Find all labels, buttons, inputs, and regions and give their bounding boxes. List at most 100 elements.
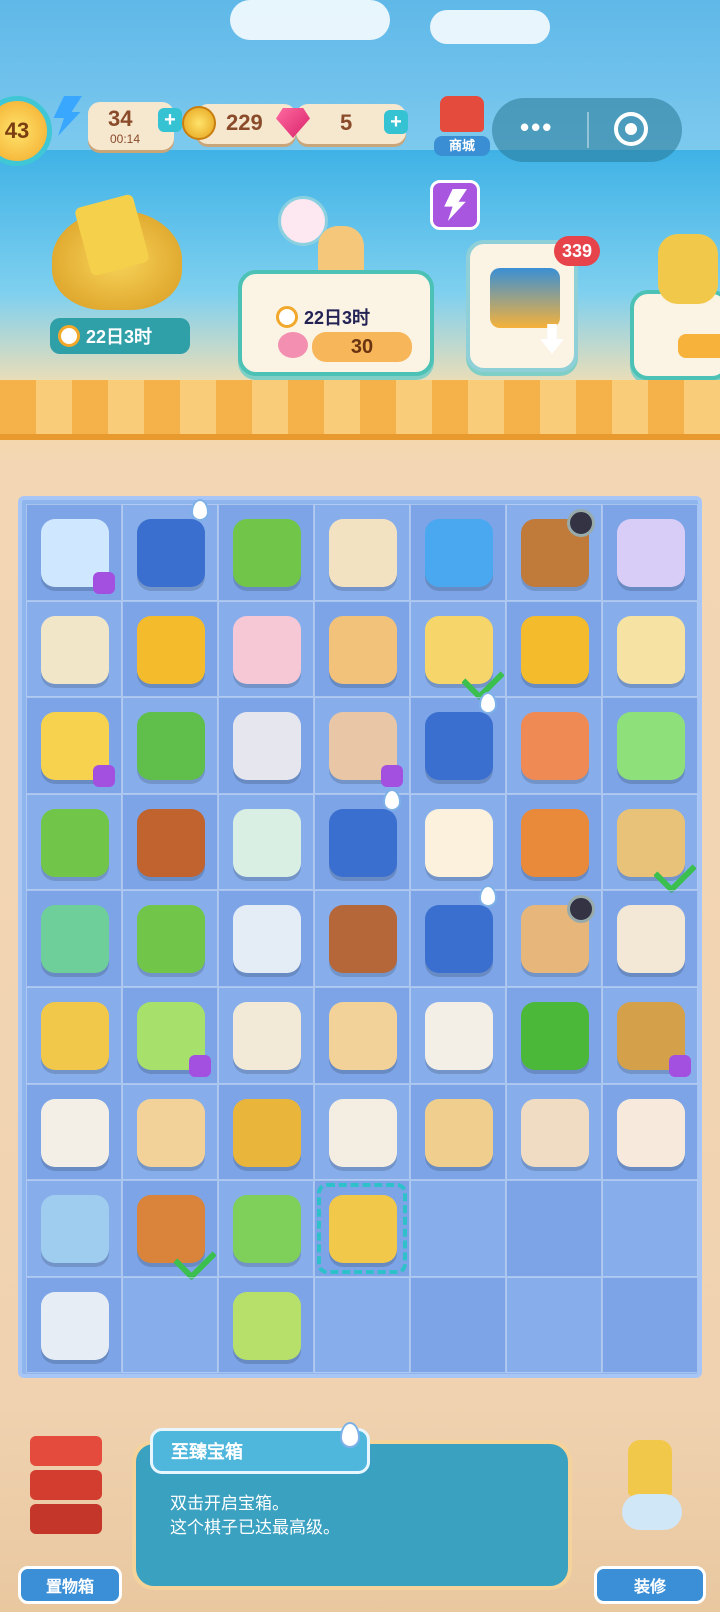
bok-choy-icon[interactable] [137,712,205,781]
strainer-icon[interactable] [233,1001,301,1070]
board-cell[interactable] [506,600,602,698]
board-cell[interactable] [26,793,122,891]
board-cell[interactable] [410,885,506,987]
board-cell[interactable] [506,697,602,794]
crystal-shard-icon[interactable] [617,519,685,587]
peach-icon[interactable] [521,712,589,781]
board-cell[interactable] [314,890,410,987]
board-cell[interactable] [410,793,506,891]
decorate-button[interactable] [608,1440,698,1540]
board-cell[interactable] [506,890,602,987]
board-cell[interactable] [26,697,122,794]
board-cell[interactable] [602,793,698,895]
juicer-cup-icon[interactable] [233,519,301,587]
energy-boost-button[interactable] [430,180,480,230]
board-cell[interactable] [410,600,506,702]
rolling-pin-icon[interactable] [41,1001,109,1070]
takeout-box-icon[interactable] [329,1098,397,1167]
board-cell[interactable] [122,986,218,1084]
juicer-cup-icon[interactable] [41,808,109,877]
gold-coins-pile-icon[interactable] [137,615,205,684]
treasure-heap-icon[interactable] [425,905,493,974]
board-cell[interactable] [122,499,218,601]
board-cell[interactable] [218,1276,314,1374]
fried-rice-tray-icon[interactable] [329,1001,397,1070]
covered-bowl-icon[interactable] [425,1001,493,1070]
kid-event-card[interactable]: 22日3时 30 [238,270,434,376]
fried-shrimp-plate-icon[interactable] [329,615,397,684]
board-cell[interactable] [218,1180,314,1277]
egg-bowl-icon[interactable] [617,1098,685,1167]
board-cell[interactable] [410,504,506,601]
storage-box-button[interactable] [24,1436,108,1546]
board-cell[interactable] [602,600,698,698]
sake-bottle-icon[interactable] [233,808,301,877]
board-cell[interactable] [218,600,314,698]
board-cell[interactable] [26,986,122,1084]
board-cell[interactable] [314,788,410,891]
egg-custard-bowl-icon[interactable] [41,1098,109,1167]
add-gem-button[interactable]: + [384,110,408,134]
dumpling-bowl-icon[interactable] [41,905,109,974]
board-cell[interactable] [410,986,506,1084]
bread-bun-icon[interactable] [521,1098,589,1167]
board-cell[interactable] [602,1180,698,1277]
flower-bowl-icon[interactable] [41,1291,109,1360]
board-cell[interactable] [314,697,410,794]
board-cell[interactable] [314,1083,410,1181]
board-cell[interactable] [218,890,314,987]
flour-bowl-icon[interactable] [617,905,685,974]
board-cell[interactable] [218,986,314,1084]
board-cell[interactable] [122,600,218,698]
board-cell[interactable] [410,1180,506,1277]
board-cell[interactable] [506,1180,602,1277]
board-cell[interactable] [218,793,314,891]
board-cell[interactable] [506,986,602,1084]
lucky-bag-event[interactable] [52,193,182,310]
board-cell[interactable] [218,504,314,601]
board-cell[interactable] [506,1083,602,1181]
board-cell[interactable] [122,793,218,891]
flower-bowl-icon[interactable] [41,1195,109,1264]
board-cell[interactable] [602,697,698,794]
treasure-pouch-icon[interactable] [137,519,205,587]
board-cell[interactable] [218,1083,314,1181]
corn-event-card[interactable] [630,234,720,380]
green-pepper-icon[interactable] [521,1001,589,1070]
decorate-label[interactable]: 装修 [594,1566,706,1604]
honey-jar-icon[interactable] [233,1098,301,1167]
ice-cream-cone-icon[interactable] [233,615,301,684]
board-cell[interactable] [602,504,698,601]
soft-serve-cone-icon[interactable] [425,808,493,877]
gold-coins-small-icon[interactable] [521,615,589,684]
storage-box-label[interactable]: 置物箱 [18,1566,122,1604]
board-cell[interactable] [26,1083,122,1181]
steamed-bun-roll-icon[interactable] [329,519,397,587]
board-cell[interactable] [506,1276,602,1374]
board-cell[interactable] [26,890,122,987]
board-cell[interactable] [26,600,122,698]
mini-fridge-icon[interactable] [425,519,493,587]
board-cell[interactable] [506,504,602,601]
coin-pouch-icon[interactable] [425,712,493,781]
juicer-cup-icon[interactable] [137,905,205,974]
lemon-tea-cup-icon[interactable] [329,905,397,974]
tofu-block-icon[interactable] [617,615,685,684]
board-cell[interactable] [26,1180,122,1277]
treasure-pouch-icon[interactable] [329,808,397,877]
board-cell[interactable] [122,1083,218,1181]
board-cell[interactable] [410,1083,506,1181]
board-cell[interactable] [410,692,506,794]
board-cell[interactable] [26,1276,122,1374]
board-cell[interactable] [122,697,218,794]
board-cell[interactable] [122,890,218,987]
more-menu-button[interactable]: ••• [520,112,553,143]
board-cell[interactable] [314,504,410,601]
taco-plate-icon[interactable] [425,1098,493,1167]
board-cell[interactable] [314,986,410,1084]
board-cell[interactable] [602,986,698,1084]
fishing-net-icon[interactable] [41,615,109,684]
board-cell[interactable] [602,1083,698,1181]
teapot-icon[interactable] [233,905,301,974]
fish-dish-icon[interactable] [521,808,589,877]
